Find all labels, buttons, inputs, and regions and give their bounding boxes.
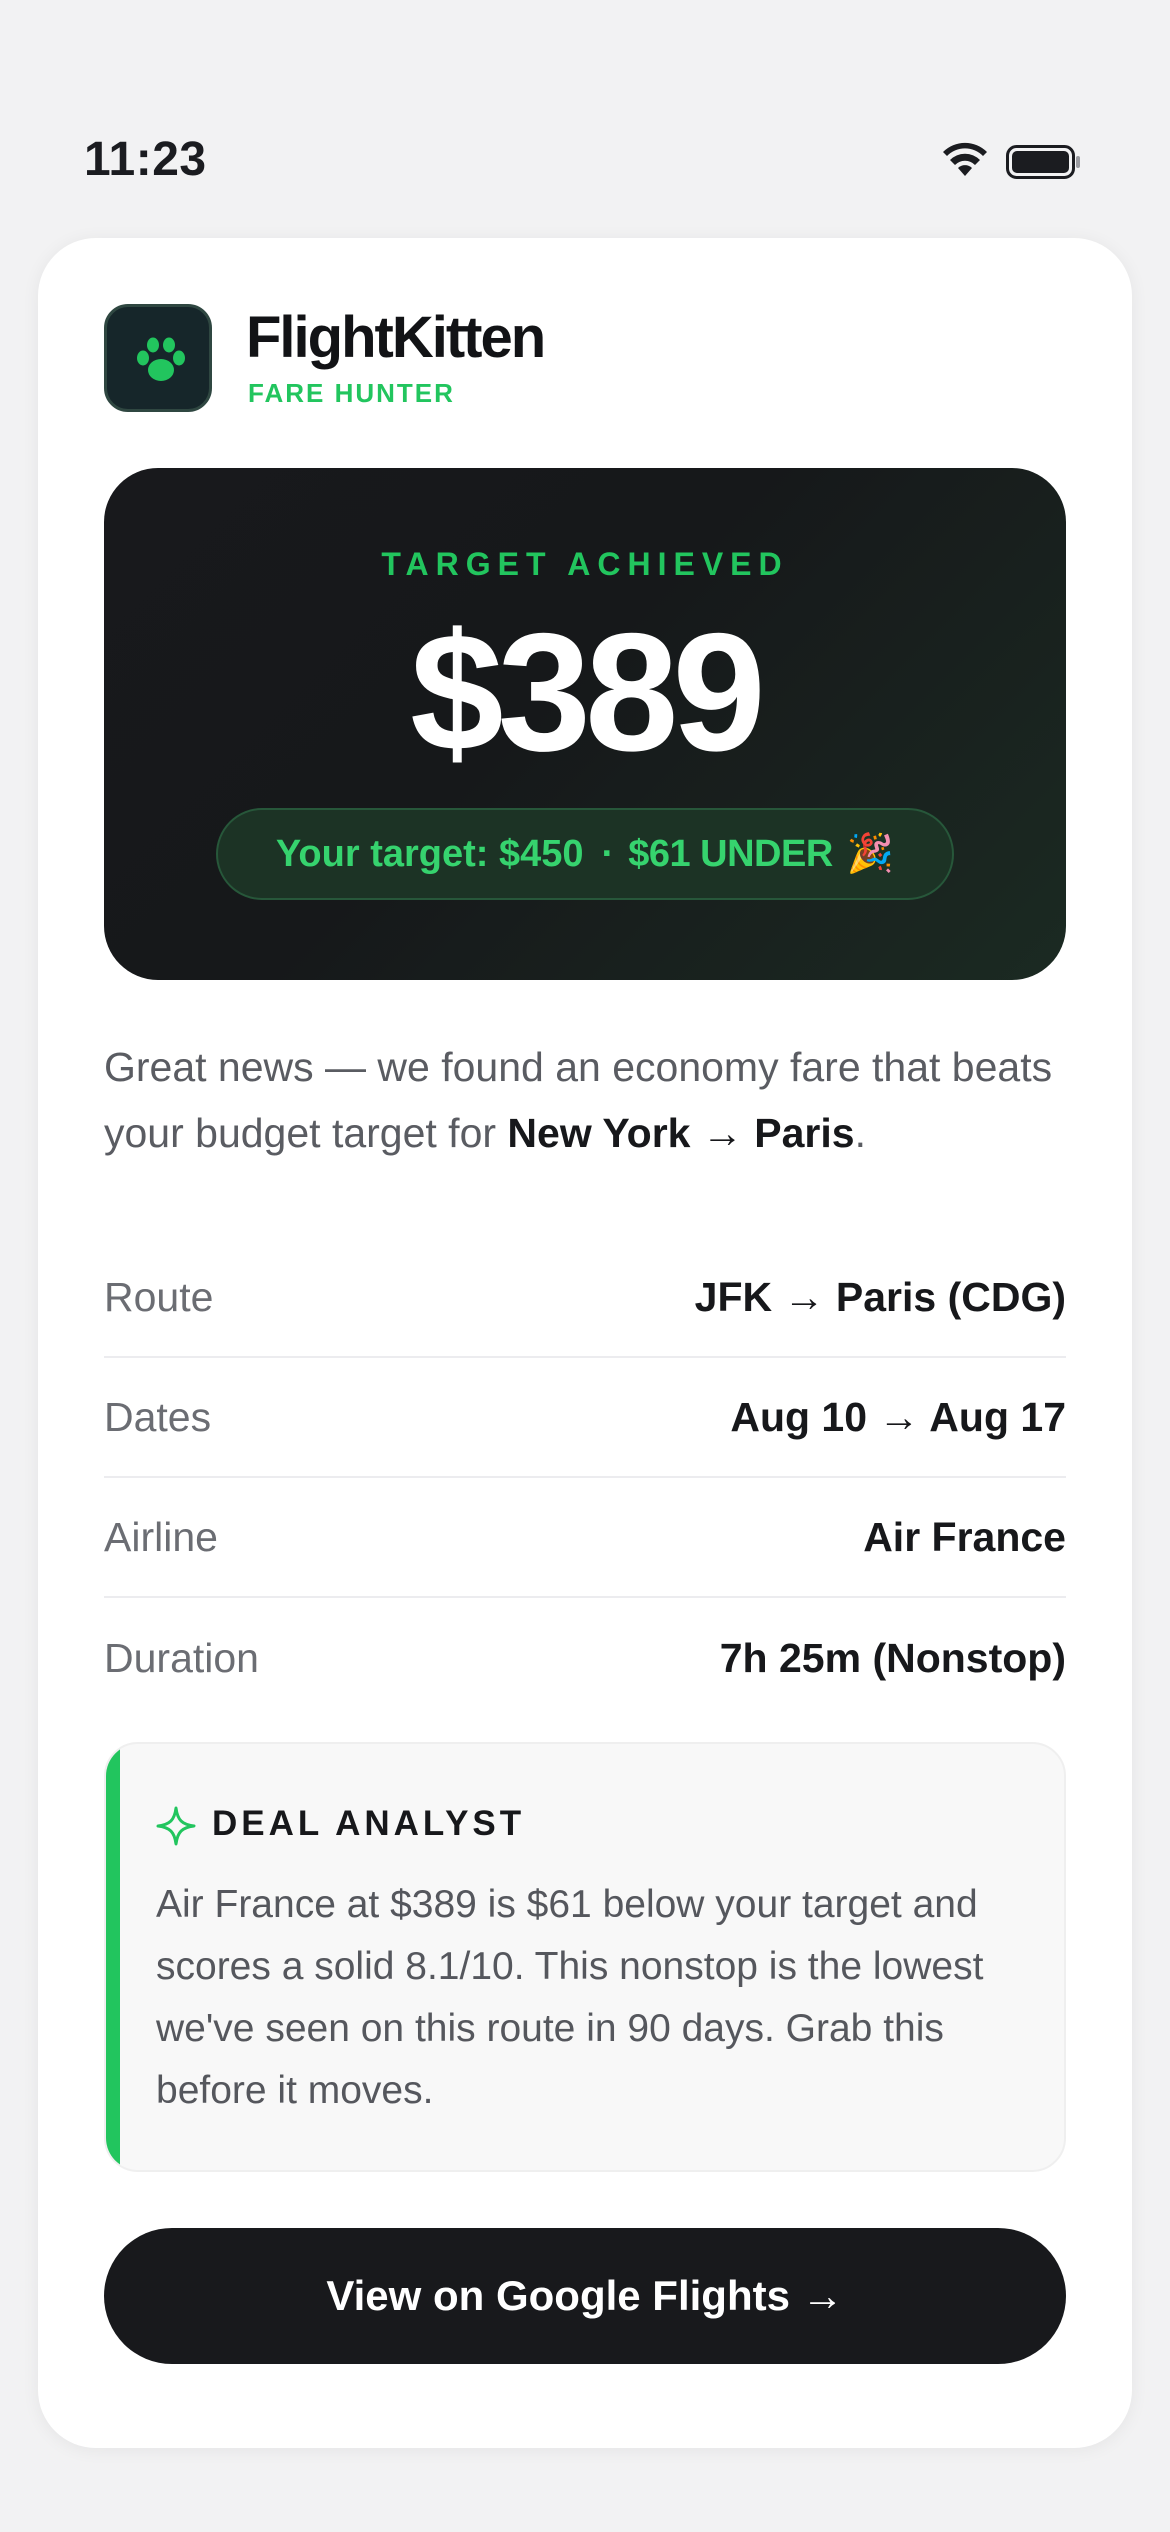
detail-value: Aug 10 → Aug 17 — [730, 1393, 1066, 1440]
wifi-icon — [943, 142, 987, 176]
party-popper-icon: 🎉 — [846, 833, 895, 875]
fare-alert-card: FlightKitten FARE HUNTER TARGET ACHIEVED… — [38, 238, 1132, 2448]
deal-analyst-title: DEAL ANALYST — [212, 1804, 526, 1843]
fare-price: $389 — [410, 598, 766, 786]
flight-details: Route JFK → Paris (CDG) Dates Aug 10 → A… — [104, 1238, 1066, 1718]
deal-analyst-body: Air France at $389 is $61 below your tar… — [156, 1883, 984, 2112]
detail-value: JFK → Paris (CDG) — [694, 1273, 1066, 1320]
target-achieved-label: TARGET ACHIEVED — [381, 546, 789, 582]
detail-row-airline: Airline Air France — [104, 1478, 1066, 1598]
detail-label: Duration — [104, 1634, 259, 1681]
target-text: Your target: $450 — [275, 832, 584, 875]
target-pill: Your target: $450 · $61 UNDER 🎉 — [216, 808, 954, 900]
battery-icon — [1006, 145, 1080, 179]
detail-row-duration: Duration 7h 25m (Nonstop) — [104, 1598, 1066, 1718]
detail-label: Route — [104, 1273, 214, 1320]
detail-row-dates: Dates Aug 10 → Aug 17 — [104, 1358, 1066, 1478]
intro-route: New York → Paris — [507, 1110, 855, 1156]
accent-bar — [106, 1744, 120, 2170]
brand-logo — [104, 304, 212, 412]
detail-label: Dates — [104, 1393, 212, 1440]
detail-value: Air France — [863, 1513, 1066, 1560]
paw-icon — [137, 337, 185, 381]
status-time: 11:23 — [84, 133, 207, 186]
detail-value: 7h 25m (Nonstop) — [719, 1634, 1066, 1681]
brand-tagline: FARE HUNTER — [248, 378, 455, 408]
view-on-google-flights-button[interactable]: View on Google Flights → — [104, 2228, 1066, 2364]
deal-analyst-panel: DEAL ANALYST Air France at $389 is $61 b… — [104, 1742, 1066, 2172]
detail-row-route: Route JFK → Paris (CDG) — [104, 1238, 1066, 1358]
status-bar: 11:23 — [0, 0, 1170, 240]
savings-text: $61 UNDER — [628, 832, 833, 875]
pill-separator: · — [601, 832, 615, 875]
intro-message: Great news — we found an economy fare th… — [104, 1034, 1094, 1166]
intro-end: . — [854, 1110, 866, 1156]
sparkle-icon — [156, 1806, 196, 1846]
detail-label: Airline — [104, 1513, 218, 1560]
price-hero: TARGET ACHIEVED $389 Your target: $450 ·… — [104, 468, 1066, 980]
brand-name: FlightKitten — [246, 305, 546, 370]
